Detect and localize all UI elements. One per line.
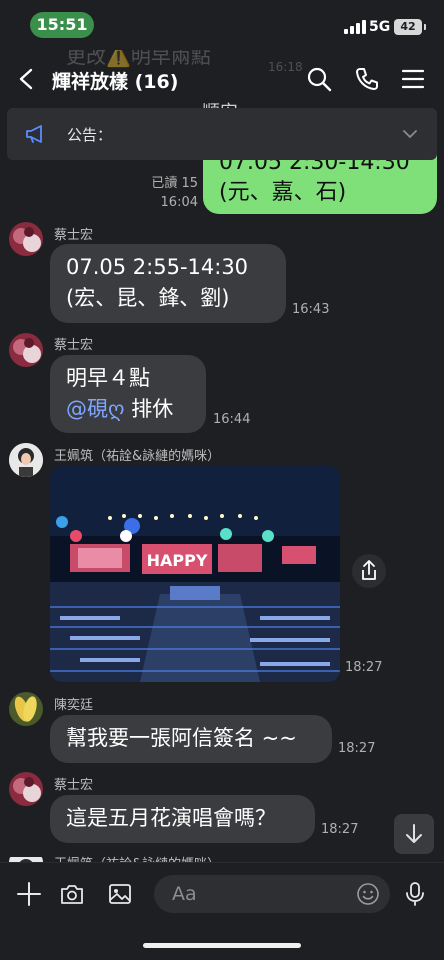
search-icon[interactable] [306,66,332,92]
sender-name: 蔡士宏 [54,228,94,243]
battery-icon: 42 [394,19,426,35]
message-time: 16:04 [160,195,198,210]
chat-title[interactable]: 輝祥放樣 (16) [52,67,178,94]
message-text-line: @硯ღ 排休 [66,394,190,425]
mention-tag[interactable]: @硯ღ [66,397,125,421]
message-text: 幫我要一張阿信簽名 ~~ [66,726,297,750]
photo-message[interactable]: HAPPY [50,466,340,682]
image-icon[interactable] [107,881,133,907]
camera-icon[interactable] [59,881,85,907]
chevron-down-icon[interactable] [403,130,417,138]
emoji-icon[interactable] [356,882,380,906]
share-button[interactable] [352,554,386,588]
chat-header: 輝祥放樣 (16) [0,50,444,108]
avatar[interactable] [9,443,43,477]
sender-name: 王姵筑（祐詮&詠縺的媽咪） [54,449,221,464]
status-time: 15:51 [30,12,94,38]
scroll-to-bottom-button[interactable] [394,814,434,854]
message-text: (宏、昆、鋒、劉) [66,286,230,310]
message-time: 18:27 [321,822,359,837]
message-text: 07.05 2:55-14:30 [66,255,249,279]
message-text: 排休 [124,397,174,421]
announcement-label: 公告： [67,126,113,144]
incoming-message-bubble[interactable]: 這是五月花演唱會嗎？ [50,795,315,843]
sender-name: 蔡士宏 [54,338,94,353]
mic-icon[interactable] [402,881,428,907]
avatar[interactable] [9,333,43,367]
incoming-message-bubble[interactable]: 明早４點 @硯ღ 排休 [50,355,206,433]
home-indicator [143,943,301,948]
read-receipt: 已讀 15 16:04 [146,174,198,212]
avatar[interactable] [9,772,43,806]
status-bar: 15:51 5G 42 [0,0,444,50]
sender-name: 陳奕廷 [54,698,94,713]
plus-icon[interactable] [16,881,42,907]
message-text: 這是五月花演唱會嗎？ [66,806,276,830]
avatar[interactable] [9,222,43,256]
menu-icon[interactable] [400,66,426,92]
incoming-message-bubble[interactable]: 07.05 2:55-14:30 (宏、昆、鋒、劉) [50,244,286,323]
signal-icon [344,20,366,34]
sender-name: 王姵筑（祐詮&詠縺的媽咪） [54,853,220,862]
stage-screen-text: HAPPY [147,551,208,570]
message-time: 16:43 [292,302,330,317]
message-time: 16:44 [213,412,251,427]
avatar[interactable] [9,692,43,726]
share-icon [362,560,376,580]
megaphone-icon [26,125,42,143]
avatar[interactable] [9,852,43,862]
arrow-down-icon [406,824,422,843]
message-input-bar [0,862,444,960]
phone-icon[interactable] [354,66,380,92]
sender-name: 蔡士宏 [54,778,94,793]
message-text: (元、嘉、石) [219,180,347,205]
message-text: 明早４點 [66,366,150,390]
incoming-message-bubble[interactable]: 幫我要一張阿信簽名 ~~ [50,715,332,763]
message-time: 18:27 [345,660,383,675]
message-time: 18:27 [338,741,376,756]
network-label: 5G [369,19,391,35]
read-count: 已讀 15 [151,176,198,191]
chevron-left-icon[interactable] [18,68,34,90]
message-input[interactable] [154,875,390,913]
announcement-bar[interactable]: 公告： [7,108,437,160]
